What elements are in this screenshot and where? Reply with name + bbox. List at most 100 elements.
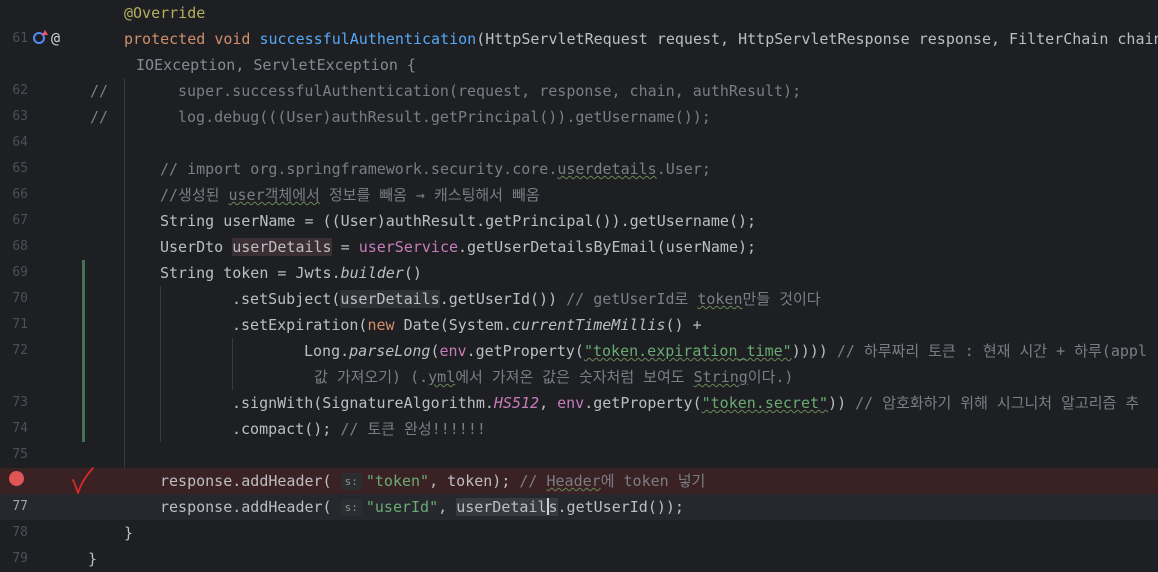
line-number: 70 <box>12 291 28 306</box>
variable-token: userDetails <box>232 238 332 256</box>
line-number: 72 <box>12 343 28 358</box>
code-line[interactable]: 79 } <box>0 546 1158 572</box>
code-token: response.addHeader( <box>160 472 341 490</box>
code-text: .setExpiration(new Date(System.currentTi… <box>232 312 702 338</box>
code-text: String userName = ((User)authResult.getP… <box>160 212 757 230</box>
code-text: .signWith(SignatureAlgorithm.HS512, env.… <box>232 390 1139 416</box>
line-number: 78 <box>12 525 28 540</box>
code-line[interactable]: 71 .setExpiration(new Date(System.curren… <box>0 312 1158 338</box>
code-text: @Override <box>124 0 205 26</box>
variable-token: userDetails <box>340 290 440 308</box>
code-line[interactable]: 66 //생성된 user객체에서 정보를 빼옴 → 캐스팅해서 빼옴 <box>0 182 1158 208</box>
comment-token: 에 token 넣기 <box>600 472 706 490</box>
code-line[interactable]: 61 protected void successfulAuthenticati… <box>0 26 1158 52</box>
code-token: )) <box>828 394 856 412</box>
at-annotation-icon[interactable]: @ <box>51 28 60 48</box>
code-token: String token = Jwts. <box>160 264 341 282</box>
line-number: 74 <box>12 421 28 436</box>
comment-slashes: // <box>90 108 109 126</box>
comment-token: //생성된 <box>160 186 229 204</box>
comment-slashes: // <box>90 82 109 100</box>
code-token: () + <box>665 316 702 334</box>
code-editor[interactable]: @Override 61 protected void successfulAu… <box>0 0 1158 572</box>
code-token: , <box>438 498 457 516</box>
code-text: IOException, ServletException { <box>136 56 416 74</box>
comment-token: userdetails <box>557 160 657 178</box>
comment-token: 이다.) <box>747 368 794 386</box>
keyword-token: void <box>214 30 251 48</box>
line-number: 65 <box>12 161 28 176</box>
code-token: .getProperty( <box>466 342 584 360</box>
line-number: 63 <box>12 109 28 124</box>
code-text: } <box>88 550 98 568</box>
code-line-breakpoint[interactable]: response.addHeader( s: "token", token); /… <box>0 468 1158 494</box>
method-token: builder <box>340 264 404 282</box>
line-number: 64 <box>12 135 28 150</box>
comment-token: .User; <box>656 160 711 178</box>
code-token: , token); <box>429 472 520 490</box>
code-line[interactable]: 68 UserDto userDetails = userService.get… <box>0 234 1158 260</box>
implements-icon[interactable] <box>33 30 48 44</box>
code-token: Date(System. <box>394 316 512 334</box>
code-line[interactable]: @Override <box>0 0 1158 26</box>
string-token: "token.secret" <box>701 394 829 412</box>
code-text: .setSubject(userDetails.getUserId()) // … <box>232 286 821 312</box>
code-token: (HttpServletRequest request, HttpServlet… <box>476 30 1158 48</box>
code-token: Long. <box>304 342 350 360</box>
code-line[interactable]: 74 .compact(); // 토큰 완성!!!!!! <box>0 416 1158 442</box>
string-token: "userId" <box>365 498 439 516</box>
line-number: 75 <box>12 447 28 462</box>
comment-token: user객체에서 <box>228 186 320 204</box>
comment-text: //생성된 user객체에서 정보를 빼옴 → 캐스팅해서 빼옴 <box>160 182 540 208</box>
code-line[interactable]: 72 Long.parseLong(env.getProperty("token… <box>0 338 1158 364</box>
line-number: 62 <box>12 83 28 98</box>
code-token: , <box>539 394 558 412</box>
comment-token: 정보를 빼옴 → 캐스팅해서 빼옴 <box>319 186 540 204</box>
parameter-hint: s: <box>340 473 362 490</box>
field-token: env <box>439 342 467 360</box>
breakpoint-icon[interactable] <box>9 471 24 486</box>
comment-token: Header <box>546 472 601 490</box>
code-line[interactable]: 65 // import org.springframework.securit… <box>0 156 1158 182</box>
comment-token: 만들 것이다 <box>742 290 821 308</box>
code-line[interactable]: 70 .setSubject(userDetails.getUserId()) … <box>0 286 1158 312</box>
code-token: UserDto <box>160 238 233 256</box>
comment-text: // import org.springframework.security.c… <box>160 156 711 182</box>
code-line[interactable]: 값 가져오기) (.yml에서 가져온 값은 숫자처럼 보여도 String이다… <box>0 364 1158 390</box>
code-text: String token = Jwts.builder() <box>160 260 422 286</box>
code-line[interactable]: 69 String token = Jwts.builder() <box>0 260 1158 286</box>
code-line[interactable]: 67 String userName = ((User)authResult.g… <box>0 208 1158 234</box>
line-number: 77 <box>12 499 28 514</box>
red-checkmark-icon <box>72 467 94 496</box>
code-line[interactable]: 75 <box>0 442 1158 468</box>
code-line[interactable]: IOException, ServletException { <box>0 52 1158 78</box>
comment-token: 에서 가져온 값은 숫자처럼 보여도 <box>455 368 694 386</box>
code-line[interactable]: 62 // super.successfulAuthentication(req… <box>0 78 1158 104</box>
comment-token: yml <box>428 368 456 386</box>
variable-token: s <box>548 498 558 516</box>
code-token: response.addHeader( <box>160 498 341 516</box>
line-number: 61 <box>12 31 28 46</box>
code-text: Long.parseLong(env.getProperty("token.ex… <box>304 338 1147 364</box>
comment-token: // <box>519 472 547 490</box>
code-line-current[interactable]: 77 response.addHeader( s: "userId", userD… <box>0 494 1158 520</box>
code-token: .setSubject( <box>232 290 341 308</box>
code-line[interactable]: 73 .signWith(SignatureAlgorithm.HS512, e… <box>0 390 1158 416</box>
code-text: .compact(); // 토큰 완성!!!!!! <box>232 416 486 442</box>
method-token: currentTimeMillis <box>511 316 666 334</box>
line-number: 79 <box>12 551 28 566</box>
code-token: .getUserDetailsByEmail(userName); <box>458 238 757 256</box>
comment-token: String <box>693 368 748 386</box>
code-token: = <box>331 238 359 256</box>
code-line[interactable]: 78 } <box>0 520 1158 546</box>
constant-token: HS512 <box>493 394 540 412</box>
code-text: response.addHeader( s: "userId", userDeta… <box>160 494 684 520</box>
comment-token: // 토큰 완성!!!!!! <box>340 420 486 438</box>
comment-token: // 하루짜리 토큰 : 현재 시간 + 하루(appl <box>836 342 1147 360</box>
commented-code: log.debug(((User)authResult.getPrincipal… <box>178 108 711 126</box>
code-line[interactable]: 64 <box>0 130 1158 156</box>
field-token: userService <box>358 238 459 256</box>
line-number: 69 <box>12 265 28 280</box>
code-line[interactable]: 63 // log.debug(((User)authResult.getPri… <box>0 104 1158 130</box>
keyword-token: protected <box>124 30 206 48</box>
